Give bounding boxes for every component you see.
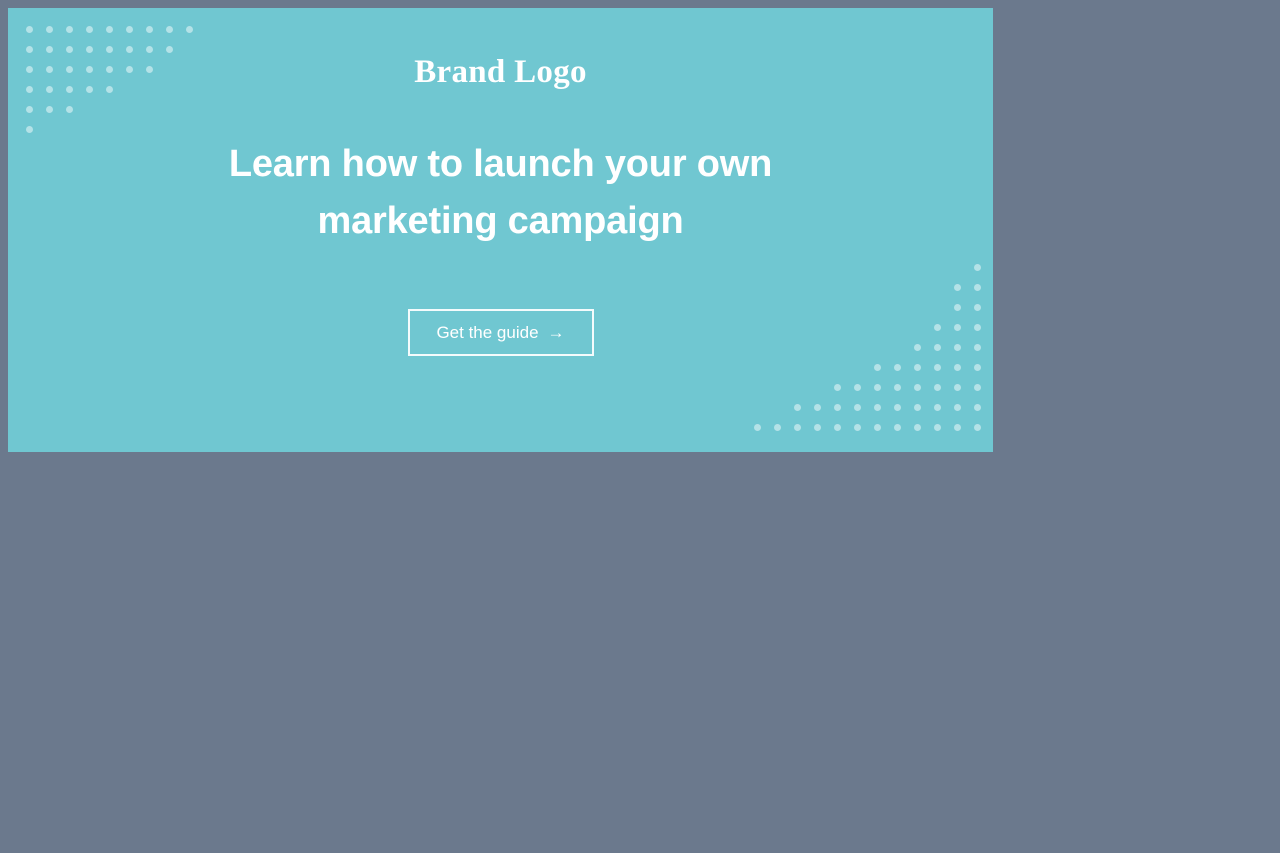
page-title: Learn how to launch your own marketing c… [228, 143, 773, 242]
get-the-guide-button[interactable]: Get the guide → [407, 309, 594, 357]
cta-button-label: Get the guide [436, 323, 539, 343]
promo-banner: Brand Logo Learn how to launch your own … [8, 8, 993, 452]
brand-logo: Brand Logo [414, 54, 587, 90]
banner-content: Brand Logo Learn how to launch your own … [8, 8, 993, 452]
arrow-right-icon: → [547, 323, 565, 343]
